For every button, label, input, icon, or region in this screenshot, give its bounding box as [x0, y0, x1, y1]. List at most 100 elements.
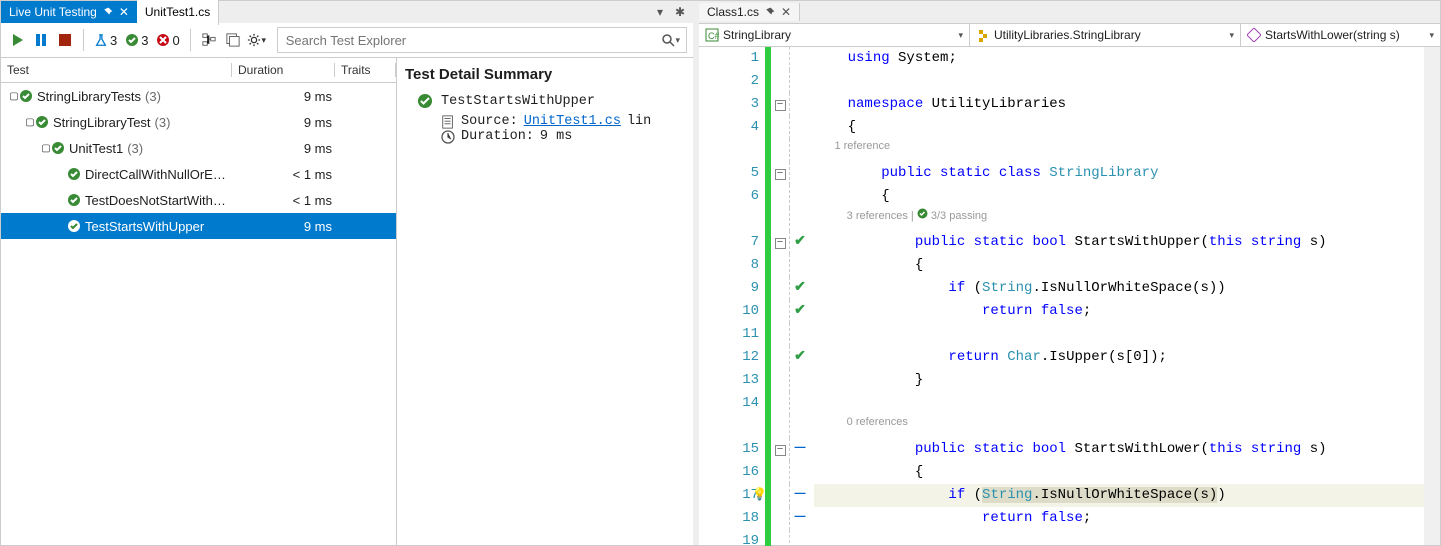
test-duration: 9 ms [236, 115, 342, 130]
test-duration: 9 ms [236, 219, 342, 234]
code-line[interactable]: 9✔ if (String.IsNullOrWhiteSpace(s)) [699, 277, 1424, 300]
code-line[interactable]: 10✔ return false; [699, 300, 1424, 323]
fail-icon [156, 33, 170, 47]
test-row[interactable]: ▢ UnitTest1 (3) 9 ms [1, 135, 396, 161]
dropdown-icon[interactable]: ▾ [653, 5, 667, 19]
code-line[interactable]: 3− namespace UtilityLibraries [699, 93, 1424, 116]
test-name: UnitTest1 [69, 141, 123, 156]
search-icon [661, 33, 675, 47]
col-traits[interactable]: Traits [334, 63, 396, 77]
svg-text:C#: C# [708, 31, 719, 41]
test-name: StringLibraryTest [53, 115, 151, 130]
test-duration: < 1 ms [236, 193, 342, 208]
test-duration: 9 ms [236, 141, 342, 156]
pass-count: 3 [141, 33, 148, 48]
test-row[interactable]: TestStartsWithUpper 9 ms [1, 213, 396, 239]
run-button[interactable] [7, 30, 27, 50]
tab-class1[interactable]: Class1.cs ✕ [699, 3, 800, 21]
code-line[interactable]: 4 { [699, 116, 1424, 139]
code-line[interactable]: 19 [699, 530, 1424, 546]
code-line[interactable]: 2 [699, 70, 1424, 93]
pause-button[interactable] [31, 30, 51, 50]
search-input[interactable] [284, 32, 662, 49]
editor-tabs: Class1.cs ✕ [699, 1, 1440, 23]
settings-button[interactable]: ▾ [247, 30, 267, 50]
tab-live-unit-testing[interactable]: Live Unit Testing ✕ [1, 1, 137, 23]
flask-badge[interactable]: 3 [92, 33, 119, 48]
pin-icon [765, 7, 775, 17]
test-name: StringLibraryTests [37, 89, 141, 104]
pin-icon [103, 7, 113, 17]
code-line[interactable]: 💡17— if (String.IsNullOrWhiteSpace(s)) [699, 484, 1424, 507]
tab-label: Live Unit Testing [9, 5, 97, 19]
code-line[interactable]: 1 using System; [699, 47, 1424, 70]
flask-icon [94, 33, 108, 47]
code-line[interactable]: 13 } [699, 369, 1424, 392]
fail-count: 0 [172, 33, 179, 48]
test-duration: < 1 ms [236, 167, 342, 182]
test-name: TestDoesNotStartWith… [85, 193, 226, 208]
nav-class-label: UtilityLibraries.StringLibrary [994, 28, 1141, 42]
pass-icon [125, 33, 139, 47]
chevron-icon [57, 169, 67, 180]
chevron-icon: ▢ [41, 143, 51, 154]
nav-project[interactable]: C# StringLibrary▾ [699, 24, 970, 46]
code-editor[interactable]: 1 using System;23− namespace UtilityLibr… [699, 47, 1440, 545]
code-line[interactable]: 8 { [699, 254, 1424, 277]
nav-class[interactable]: UtilityLibraries.StringLibrary▾ [970, 24, 1241, 46]
left-tabs: Live Unit Testing ✕ UnitTest1.cs ▾ ✱ [1, 1, 693, 23]
test-row[interactable]: ▢StringLibraryTests(3)9 ms [1, 83, 396, 109]
source-label: Source: [461, 114, 518, 129]
code-line[interactable]: 7−✔ public static bool StartsWithUpper(t… [699, 231, 1424, 254]
source-link[interactable]: UnitTest1.cs [524, 114, 621, 129]
code-line[interactable]: 15−— public static bool StartsWithLower(… [699, 438, 1424, 461]
code-line[interactable]: 16 { [699, 461, 1424, 484]
code-line[interactable]: 6 { [699, 185, 1424, 208]
pass-badge[interactable]: 3 [123, 33, 150, 48]
source-suffix: lin [627, 114, 651, 129]
test-duration: 9 ms [236, 89, 342, 104]
test-detail-summary: Test Detail Summary TestStartsWithUpper … [397, 58, 693, 545]
gear-icon[interactable]: ✱ [673, 5, 687, 19]
test-row[interactable]: DirectCallWithNullOrE… < 1 ms [1, 161, 396, 187]
code-line[interactable]: 11 [699, 323, 1424, 346]
test-row[interactable]: ▢ StringLibraryTest (3) 9 ms [1, 109, 396, 135]
playlist-button[interactable] [223, 30, 243, 50]
chevron-icon: ▢ [25, 117, 35, 128]
test-name: TestStartsWithUpper [85, 219, 204, 234]
class-icon [976, 28, 990, 42]
code-line[interactable]: 18— return false; [699, 507, 1424, 530]
test-name: DirectCallWithNullOrE… [85, 167, 226, 182]
close-icon[interactable]: ✕ [781, 5, 791, 19]
pass-icon [417, 93, 433, 109]
csharp-icon: C# [705, 28, 719, 42]
code-line[interactable]: 12✔ return Char.IsUpper(s[0]); [699, 346, 1424, 369]
code-line[interactable]: 5− public static class StringLibrary [699, 162, 1424, 185]
nav-method-label: StartsWithLower(string s) [1265, 28, 1400, 42]
test-count: (3) [127, 141, 143, 156]
detail-test-name: TestStartsWithUpper [441, 94, 595, 109]
hierarchy-button[interactable] [199, 30, 219, 50]
nav-project-label: StringLibrary [723, 28, 791, 42]
scrollbar[interactable] [1424, 47, 1440, 545]
source-icon [441, 115, 455, 129]
tab-unittest1[interactable]: UnitTest1.cs [137, 0, 219, 25]
duration-label: Duration: [461, 129, 534, 144]
search-box[interactable]: ▾ [277, 27, 687, 53]
code-line[interactable]: 14 [699, 392, 1424, 415]
fail-badge[interactable]: 0 [154, 33, 181, 48]
test-explorer-toolbar: 3 3 0 ▾ ▾ [1, 23, 693, 58]
test-count: (3) [155, 115, 171, 130]
nav-method[interactable]: StartsWithLower(string s)▾ [1241, 24, 1440, 46]
col-test[interactable]: Test [1, 63, 231, 77]
duration-value: 9 ms [540, 129, 572, 144]
col-duration[interactable]: Duration [231, 63, 334, 77]
chevron-icon [57, 221, 67, 232]
test-row[interactable]: TestDoesNotStartWith… < 1 ms [1, 187, 396, 213]
editor-navbar: C# StringLibrary▾ UtilityLibraries.Strin… [699, 23, 1440, 47]
tab-label: Class1.cs [707, 5, 759, 19]
method-icon [1247, 28, 1261, 42]
close-icon[interactable]: ✕ [119, 5, 129, 19]
stop-button[interactable] [55, 30, 75, 50]
flask-count: 3 [110, 33, 117, 48]
